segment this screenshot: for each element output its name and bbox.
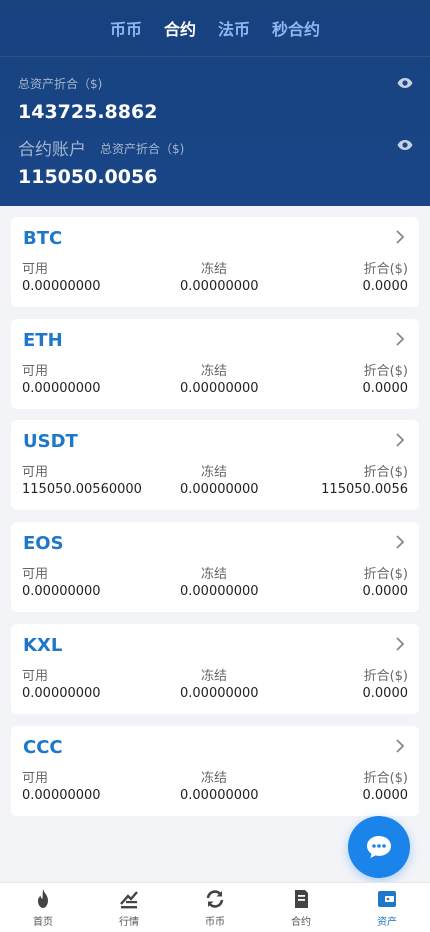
account-total-label: 总资产折合（$) [100,142,185,156]
refresh-icon [206,889,224,908]
converted-label: 折合($) [363,262,408,277]
chevron-right-icon [396,739,405,753]
chart-icon [120,890,138,908]
chat-bubble-icon [367,836,391,858]
available-value: 115050.00560000 [22,482,142,497]
bottom-nav: 首页 行情 币币 合约 资产 [0,882,430,932]
asset-card-btc[interactable]: BTC 可用 冻结 折合($) 0.00000000 0.00000000 0.… [11,217,419,307]
nav-label: 行情 [119,916,139,928]
nav-assets[interactable]: 资产 [352,888,422,928]
frozen-label: 冻结 [201,262,228,277]
coin-name: EOS [23,533,64,554]
converted-value: 0.0000 [362,381,409,396]
frozen-label: 冻结 [201,567,228,582]
frozen-value: 0.00000000 [180,686,259,701]
fire-icon [38,888,48,908]
asset-card-ccc[interactable]: CCC 可用 冻结 折合($) 0.00000000 0.00000000 0.… [11,726,419,816]
chevron-right-icon [396,230,405,244]
coin-name: BTC [23,228,63,249]
converted-label: 折合($) [363,465,408,480]
converted-value: 115050.0056 [321,482,408,497]
contract-account-title: 合约账户 [18,140,86,160]
converted-label: 折合($) [363,669,408,684]
frozen-value: 0.00000000 [180,482,259,497]
eye-icon[interactable] [397,77,413,89]
tab-contract[interactable]: 合约 [164,16,196,40]
asset-card-usdt[interactable]: USDT 可用 冻结 折合($) 115050.00560000 0.00000… [11,420,419,510]
coin-name: ETH [23,330,63,351]
converted-value: 0.0000 [362,279,409,294]
available-label: 可用 [22,669,49,684]
tab-fiat[interactable]: 法币 [218,16,250,40]
coin-name: CCC [23,737,63,758]
tab-seconds-contract[interactable]: 秒合约 [272,16,320,40]
available-label: 可用 [22,364,49,379]
available-value: 0.00000000 [22,584,101,599]
available-label: 可用 [22,771,49,786]
asset-card-kxl[interactable]: KXL 可用 冻结 折合($) 0.00000000 0.00000000 0.… [11,624,419,714]
asset-card-eth[interactable]: ETH 可用 冻结 折合($) 0.00000000 0.00000000 0.… [11,319,419,409]
nav-label: 首页 [33,916,53,928]
chat-fab-button[interactable] [348,816,410,878]
document-icon [295,889,308,908]
nav-contract[interactable]: 合约 [266,888,336,928]
converted-value: 0.0000 [362,686,409,701]
wallet-icon [378,890,396,907]
available-value: 0.00000000 [22,788,101,803]
available-value: 0.00000000 [22,381,101,396]
nav-label: 资产 [377,916,397,928]
tab-spot[interactable]: 币币 [110,16,142,40]
frozen-label: 冻结 [201,771,228,786]
eye-icon[interactable] [397,139,413,151]
total-assets-label: 总资产折合（$) [18,77,103,91]
nav-home[interactable]: 首页 [8,888,78,928]
frozen-value: 0.00000000 [180,381,259,396]
nav-spot[interactable]: 币币 [180,888,250,928]
top-tabs: 币币 合约 法币 秒合约 [0,0,430,57]
asset-card-eos[interactable]: EOS 可用 冻结 折合($) 0.00000000 0.00000000 0.… [11,522,419,612]
coin-name: KXL [23,635,63,656]
chevron-right-icon [396,535,405,549]
account-total-value: 115050.0056 [18,166,158,188]
converted-label: 折合($) [363,364,408,379]
assets-header: 币币 合约 法币 秒合约 总资产折合（$) 143725.8862 合约账户 总… [0,0,430,206]
converted-value: 0.0000 [362,788,409,803]
frozen-value: 0.00000000 [180,788,259,803]
converted-label: 折合($) [363,771,408,786]
chevron-right-icon [396,332,405,346]
nav-market[interactable]: 行情 [94,888,164,928]
available-label: 可用 [22,262,49,277]
available-label: 可用 [22,465,49,480]
available-value: 0.00000000 [22,279,101,294]
chevron-right-icon [396,433,405,447]
available-value: 0.00000000 [22,686,101,701]
frozen-value: 0.00000000 [180,279,259,294]
nav-label: 合约 [291,916,311,928]
available-label: 可用 [22,567,49,582]
converted-label: 折合($) [363,567,408,582]
coin-name: USDT [23,431,78,452]
total-assets-value: 143725.8862 [18,101,158,123]
frozen-label: 冻结 [201,465,228,480]
chevron-right-icon [396,637,405,651]
frozen-value: 0.00000000 [180,584,259,599]
frozen-label: 冻结 [201,669,228,684]
frozen-label: 冻结 [201,364,228,379]
converted-value: 0.0000 [362,584,409,599]
nav-label: 币币 [205,916,225,928]
